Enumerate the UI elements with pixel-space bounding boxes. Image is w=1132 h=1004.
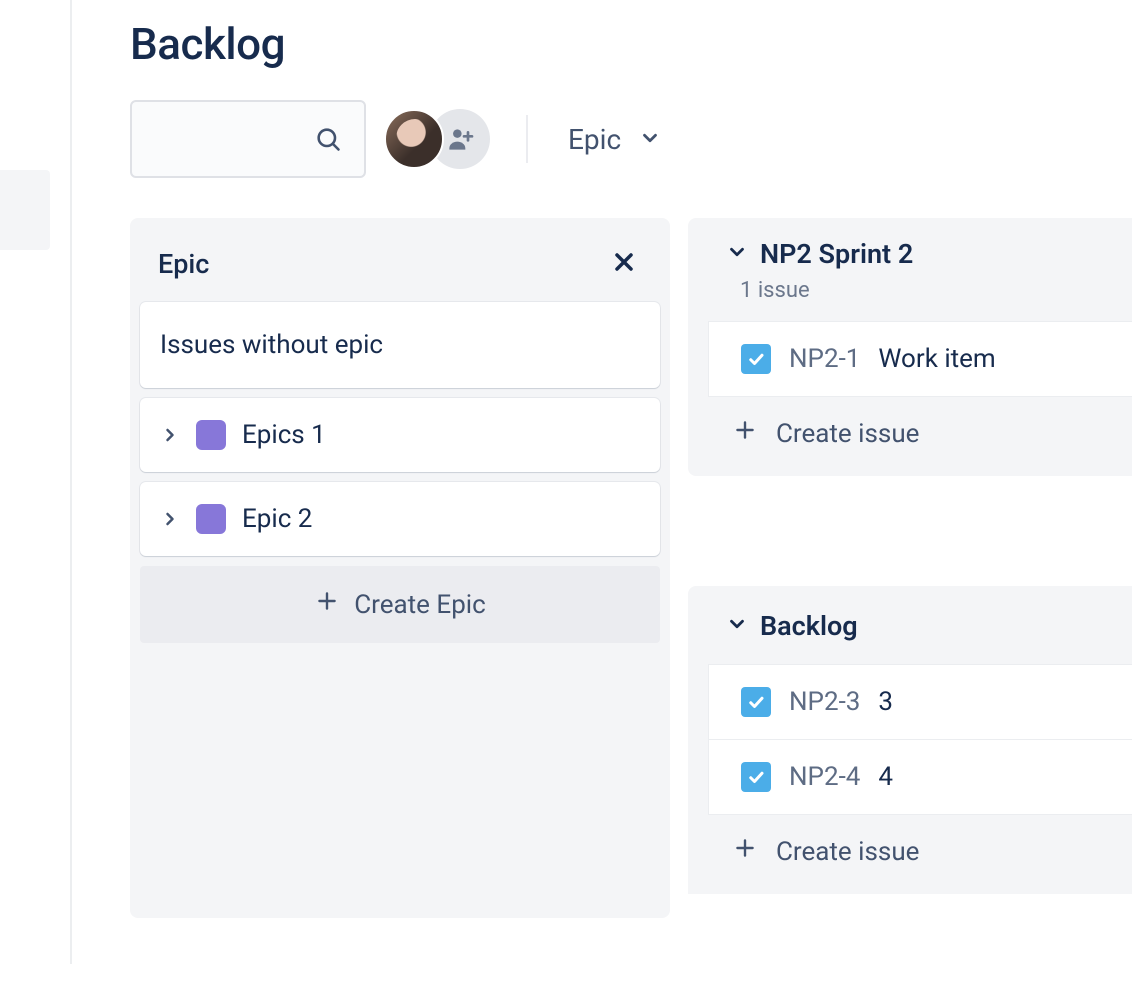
epic-filter-label: Epic (568, 123, 621, 156)
create-epic-label: Create Epic (354, 590, 485, 620)
close-icon (610, 261, 638, 280)
epic-item[interactable]: Epic 2 (140, 482, 660, 556)
epic-name: Epics 1 (242, 420, 326, 450)
epic-name: Epic 2 (242, 504, 312, 534)
issue-row[interactable]: NP2-4 4 (708, 740, 1132, 815)
issue-key: NP2-4 (789, 762, 860, 792)
plus-icon (314, 588, 340, 621)
backlog-header[interactable]: Backlog (688, 610, 1132, 642)
chevron-down-icon (726, 238, 748, 270)
create-issue-button[interactable]: Create issue (688, 815, 1132, 884)
sprint-name: NP2 Sprint 2 (760, 238, 913, 270)
issue-title: Work item (878, 344, 995, 374)
page-title: Backlog (130, 18, 1132, 70)
chevron-right-icon (160, 425, 180, 445)
task-icon (741, 344, 771, 374)
issue-title: 3 (878, 687, 893, 717)
epic-item[interactable]: Epics 1 (140, 398, 660, 472)
issue-row[interactable]: NP2-1 Work item (708, 321, 1132, 397)
epic-panel-title: Epic (158, 248, 209, 280)
search-icon (314, 125, 342, 153)
create-issue-button[interactable]: Create issue (688, 397, 1132, 466)
issues-without-epic-label: Issues without epic (160, 330, 383, 360)
issue-row[interactable]: NP2-3 3 (708, 664, 1132, 740)
epic-filter-dropdown[interactable]: Epic (556, 115, 673, 164)
backlog-name: Backlog (760, 610, 858, 642)
plus-icon (732, 835, 758, 868)
task-icon (741, 687, 771, 717)
search-input[interactable] (130, 100, 366, 178)
epic-panel: Epic Issues without epic Epics 1 (130, 218, 670, 918)
epic-color-swatch (196, 420, 226, 450)
sidebar-divider (70, 0, 72, 964)
issues-without-epic[interactable]: Issues without epic (140, 302, 660, 388)
create-epic-button[interactable]: Create Epic (140, 566, 660, 643)
sidebar-collapsed-item[interactable] (0, 170, 50, 250)
sprint-header[interactable]: NP2 Sprint 2 (688, 238, 1132, 270)
plus-icon (732, 417, 758, 450)
backlog-section: Backlog NP2-3 3 NP2-4 4 (688, 586, 1132, 894)
chevron-down-icon (726, 610, 748, 642)
chevron-right-icon (160, 509, 180, 529)
toolbar-separator (526, 115, 528, 163)
create-issue-label: Create issue (776, 837, 919, 867)
close-epic-panel-button[interactable] (606, 244, 642, 284)
avatar-stack (384, 109, 490, 169)
user-avatar[interactable] (384, 109, 444, 169)
epic-color-swatch (196, 504, 226, 534)
task-icon (741, 762, 771, 792)
chevron-down-icon (639, 123, 661, 156)
toolbar: Epic (130, 100, 1132, 178)
sprint-section: NP2 Sprint 2 1 issue NP2-1 Work item Cre… (688, 218, 1132, 476)
issue-key: NP2-1 (789, 344, 860, 374)
issue-title: 4 (878, 762, 893, 792)
create-issue-label: Create issue (776, 419, 919, 449)
sprint-issue-count: 1 issue (688, 278, 1132, 303)
issue-key: NP2-3 (789, 687, 860, 717)
